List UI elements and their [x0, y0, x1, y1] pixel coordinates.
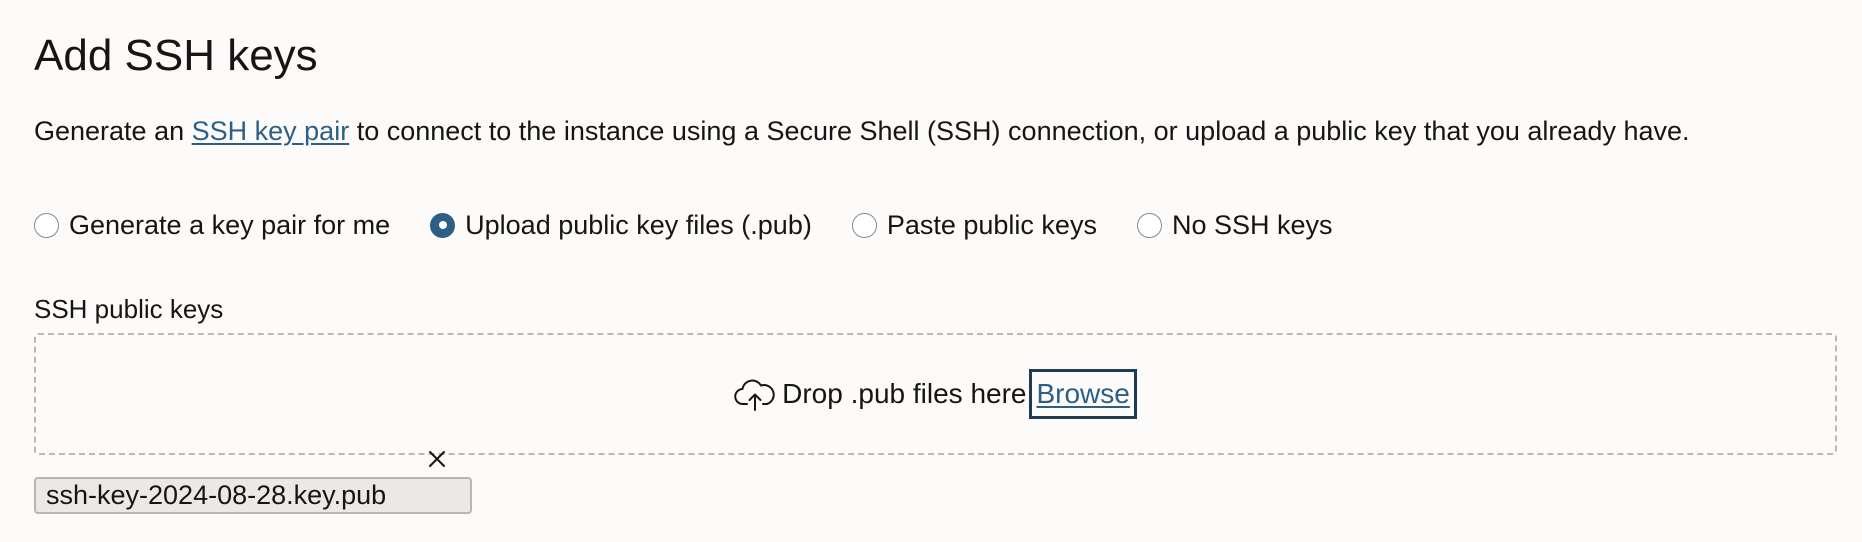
- radio-button[interactable]: [34, 212, 59, 238]
- dropzone-content: Drop .pub files here Browse: [734, 369, 1137, 419]
- radio-label: Paste public keys: [886, 210, 1097, 240]
- ssh-key-option-group: Generate a key pair for me Upload public…: [34, 208, 1373, 242]
- uploaded-file-chip: ssh-key-2024-08-28.key.pub: [34, 477, 472, 514]
- description-text-before: Generate an: [34, 116, 192, 146]
- radio-label: No SSH keys: [1171, 210, 1333, 240]
- radio-no-ssh-keys[interactable]: No SSH keys: [1136, 208, 1333, 242]
- radio-upload-public-key-files[interactable]: Upload public key files (.pub): [430, 208, 812, 242]
- cloud-upload-icon: [734, 377, 776, 411]
- remove-file-icon[interactable]: [427, 449, 447, 469]
- radio-paste-public-keys[interactable]: Paste public keys: [851, 208, 1097, 242]
- radio-button-selected[interactable]: [430, 212, 456, 238]
- file-dropzone[interactable]: Drop .pub files here Browse: [34, 333, 1837, 455]
- ssh-key-pair-link[interactable]: SSH key pair: [192, 116, 350, 146]
- section-description: Generate an SSH key pair to connect to t…: [34, 112, 1690, 150]
- radio-button[interactable]: [1136, 212, 1162, 238]
- ssh-public-keys-label: SSH public keys: [34, 294, 224, 324]
- radio-label: Generate a key pair for me: [69, 210, 391, 240]
- radio-generate-key-pair[interactable]: Generate a key pair for me: [34, 208, 390, 242]
- section-title: Add SSH keys: [34, 31, 318, 80]
- browse-button[interactable]: Browse: [1029, 369, 1137, 419]
- uploaded-file-name: ssh-key-2024-08-28.key.pub: [46, 480, 387, 510]
- drop-files-text: Drop .pub files here: [782, 378, 1027, 409]
- radio-label: Upload public key files (.pub): [465, 210, 812, 240]
- description-text-after: to connect to the instance using a Secur…: [349, 116, 1690, 146]
- radio-button[interactable]: [851, 212, 877, 238]
